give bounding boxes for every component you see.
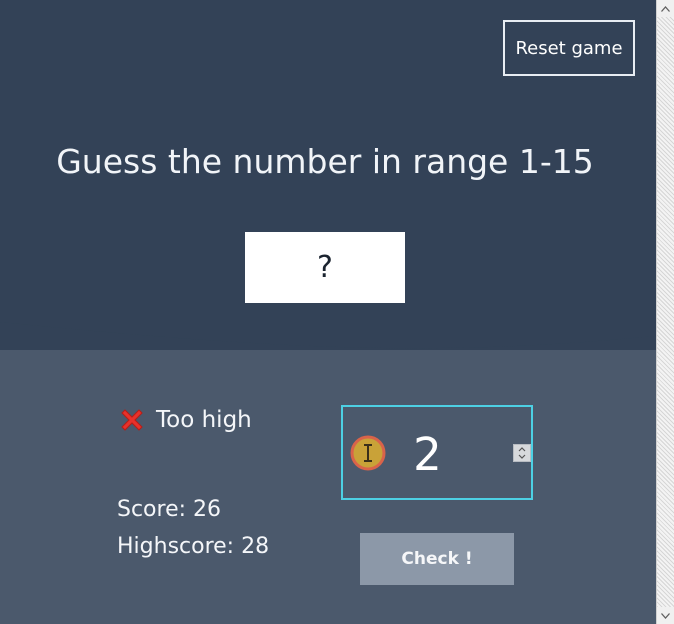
number-spinner[interactable]	[513, 444, 531, 462]
secret-number-box: ?	[245, 232, 405, 303]
secret-number: ?	[317, 250, 333, 285]
vertical-scrollbar[interactable]	[656, 0, 674, 624]
guess-input-value[interactable]: 2	[405, 425, 450, 485]
text-cursor-icon	[350, 435, 386, 471]
spinner-arrows-icon	[518, 447, 526, 459]
guess-message: Too high	[118, 406, 252, 434]
score-text: Score: 26	[117, 497, 222, 522]
wave-divider	[0, 300, 656, 349]
cross-mark-icon	[121, 409, 143, 431]
reset-game-button[interactable]: Reset game	[503, 20, 635, 76]
highscore-text: Highscore: 28	[117, 534, 270, 559]
scroll-up-icon[interactable]	[657, 0, 674, 17]
scroll-down-icon[interactable]	[657, 607, 674, 624]
game-page: Reset game Guess the number in range 1-1…	[0, 0, 674, 624]
check-button[interactable]: Check !	[360, 533, 514, 585]
page-title: Guess the number in range 1-15	[56, 142, 594, 181]
message-text: Too high	[156, 407, 252, 433]
